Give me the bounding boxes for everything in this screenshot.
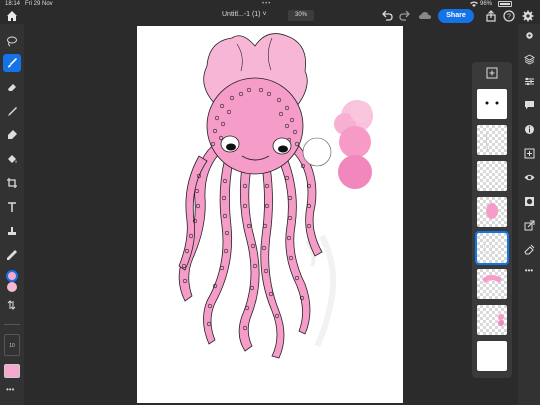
jellyfish-artwork[interactable]	[137, 26, 403, 403]
layer-thumbnail[interactable]	[477, 197, 507, 227]
gear-button[interactable]	[522, 28, 536, 42]
text-icon	[8, 202, 16, 212]
brush-size-control[interactable]: 10	[4, 334, 20, 356]
swap-colors-icon[interactable]	[7, 300, 17, 310]
battery-icon	[498, 1, 512, 7]
undo-icon[interactable]	[380, 9, 394, 23]
visibility-button[interactable]	[522, 170, 536, 184]
more-icon: •••	[524, 266, 534, 275]
current-color-swatch[interactable]	[4, 364, 20, 378]
top-bar: Untitl...-1 (1) ˅ 30% Share ?	[0, 8, 540, 24]
zoom-level[interactable]: 30%	[288, 10, 314, 21]
status-bar: 18:14 Fri 29 Nov ••• 96%	[0, 0, 540, 8]
layer-thumbnail[interactable]	[477, 89, 507, 119]
import-icon	[524, 220, 534, 230]
lasso-icon	[7, 36, 17, 47]
layer-thumbnail[interactable]	[477, 305, 507, 335]
visibility-icon	[524, 174, 534, 180]
crop-tool[interactable]	[3, 174, 21, 192]
gear-icon	[525, 31, 533, 39]
lasso-tool[interactable]	[3, 32, 21, 50]
layer-thumbnail[interactable]	[477, 161, 507, 191]
more-options-button[interactable]: •••	[522, 264, 536, 278]
fill-tool[interactable]	[3, 150, 21, 168]
right-toolbar: •••	[518, 24, 540, 405]
app-window: 18:14 Fri 29 Nov ••• 96% Untitl...-1 (1)…	[0, 0, 540, 405]
document-title[interactable]: Untitl...-1 (1) ˅	[222, 11, 267, 18]
layer-preview	[482, 275, 502, 283]
document-canvas[interactable]	[137, 26, 403, 403]
wifi-icon	[470, 1, 478, 7]
blur-tool[interactable]	[3, 126, 21, 144]
adjustments-icon	[524, 77, 534, 85]
eraser-tool[interactable]	[3, 78, 21, 96]
stamp-icon	[8, 227, 16, 235]
primary-color-swatch[interactable]	[6, 270, 18, 282]
left-toolbar: 10 •••	[0, 24, 24, 405]
layer-thumbnail[interactable]	[477, 341, 507, 371]
cloud-icon[interactable]	[418, 9, 432, 23]
mask-button[interactable]	[522, 194, 536, 208]
crop-icon	[7, 178, 17, 188]
redo-icon[interactable]	[398, 9, 412, 23]
comment-button[interactable]	[522, 98, 536, 112]
more-tools-icon[interactable]: •••	[6, 385, 14, 394]
help-icon[interactable]: ?	[502, 9, 516, 23]
layer-thumbnail[interactable]	[477, 125, 507, 155]
brush-tool[interactable]	[3, 54, 21, 72]
import-button[interactable]	[522, 218, 536, 232]
layer-preview	[485, 101, 499, 105]
eraser-layer-button[interactable]	[522, 242, 536, 256]
fill-icon	[8, 155, 17, 163]
secondary-color-swatch[interactable]	[7, 282, 17, 292]
layers-button[interactable]	[522, 52, 536, 66]
layer-preview	[485, 132, 490, 152]
add-layer-icon	[524, 148, 534, 158]
battery-percentage: 96%	[480, 1, 493, 7]
smudge-tool[interactable]	[3, 102, 21, 120]
eyedropper-tool[interactable]	[3, 246, 21, 264]
layer-thumbnail[interactable]	[477, 269, 507, 299]
multitasking-dots-icon[interactable]: •••	[262, 1, 271, 7]
brush-icon	[8, 57, 18, 68]
layer-preview	[483, 240, 494, 260]
home-icon[interactable]	[5, 9, 19, 23]
layer-thumbnail-selected[interactable]	[475, 231, 509, 265]
add-layer-icon[interactable]	[486, 67, 498, 79]
layers-icon	[523, 53, 535, 65]
blur-icon	[8, 130, 17, 139]
stamp-tool[interactable]	[3, 222, 21, 240]
layer-preview	[498, 314, 504, 326]
mask-icon	[524, 196, 534, 206]
svg-text:?: ?	[507, 14, 511, 21]
add-layer-button[interactable]	[522, 146, 536, 160]
info-button[interactable]	[522, 122, 536, 136]
comment-icon	[524, 100, 534, 109]
settings-gear-icon[interactable]	[521, 9, 535, 23]
share-button[interactable]: Share	[438, 9, 474, 23]
upload-icon[interactable]	[484, 9, 498, 23]
layers-panel	[472, 62, 512, 378]
eraser-layer-icon	[523, 244, 534, 254]
layer-preview	[486, 203, 498, 219]
smudge-icon	[8, 107, 17, 116]
info-icon	[524, 124, 534, 134]
brush-size-value: 10	[9, 343, 15, 349]
eyedropper-icon	[7, 250, 17, 260]
text-tool[interactable]	[3, 198, 21, 216]
adjustments-button[interactable]	[522, 74, 536, 88]
status-date: Fri 29 Nov	[25, 1, 53, 7]
eraser-icon	[8, 84, 16, 91]
divider	[4, 324, 20, 325]
status-time: 18:14	[5, 1, 21, 7]
